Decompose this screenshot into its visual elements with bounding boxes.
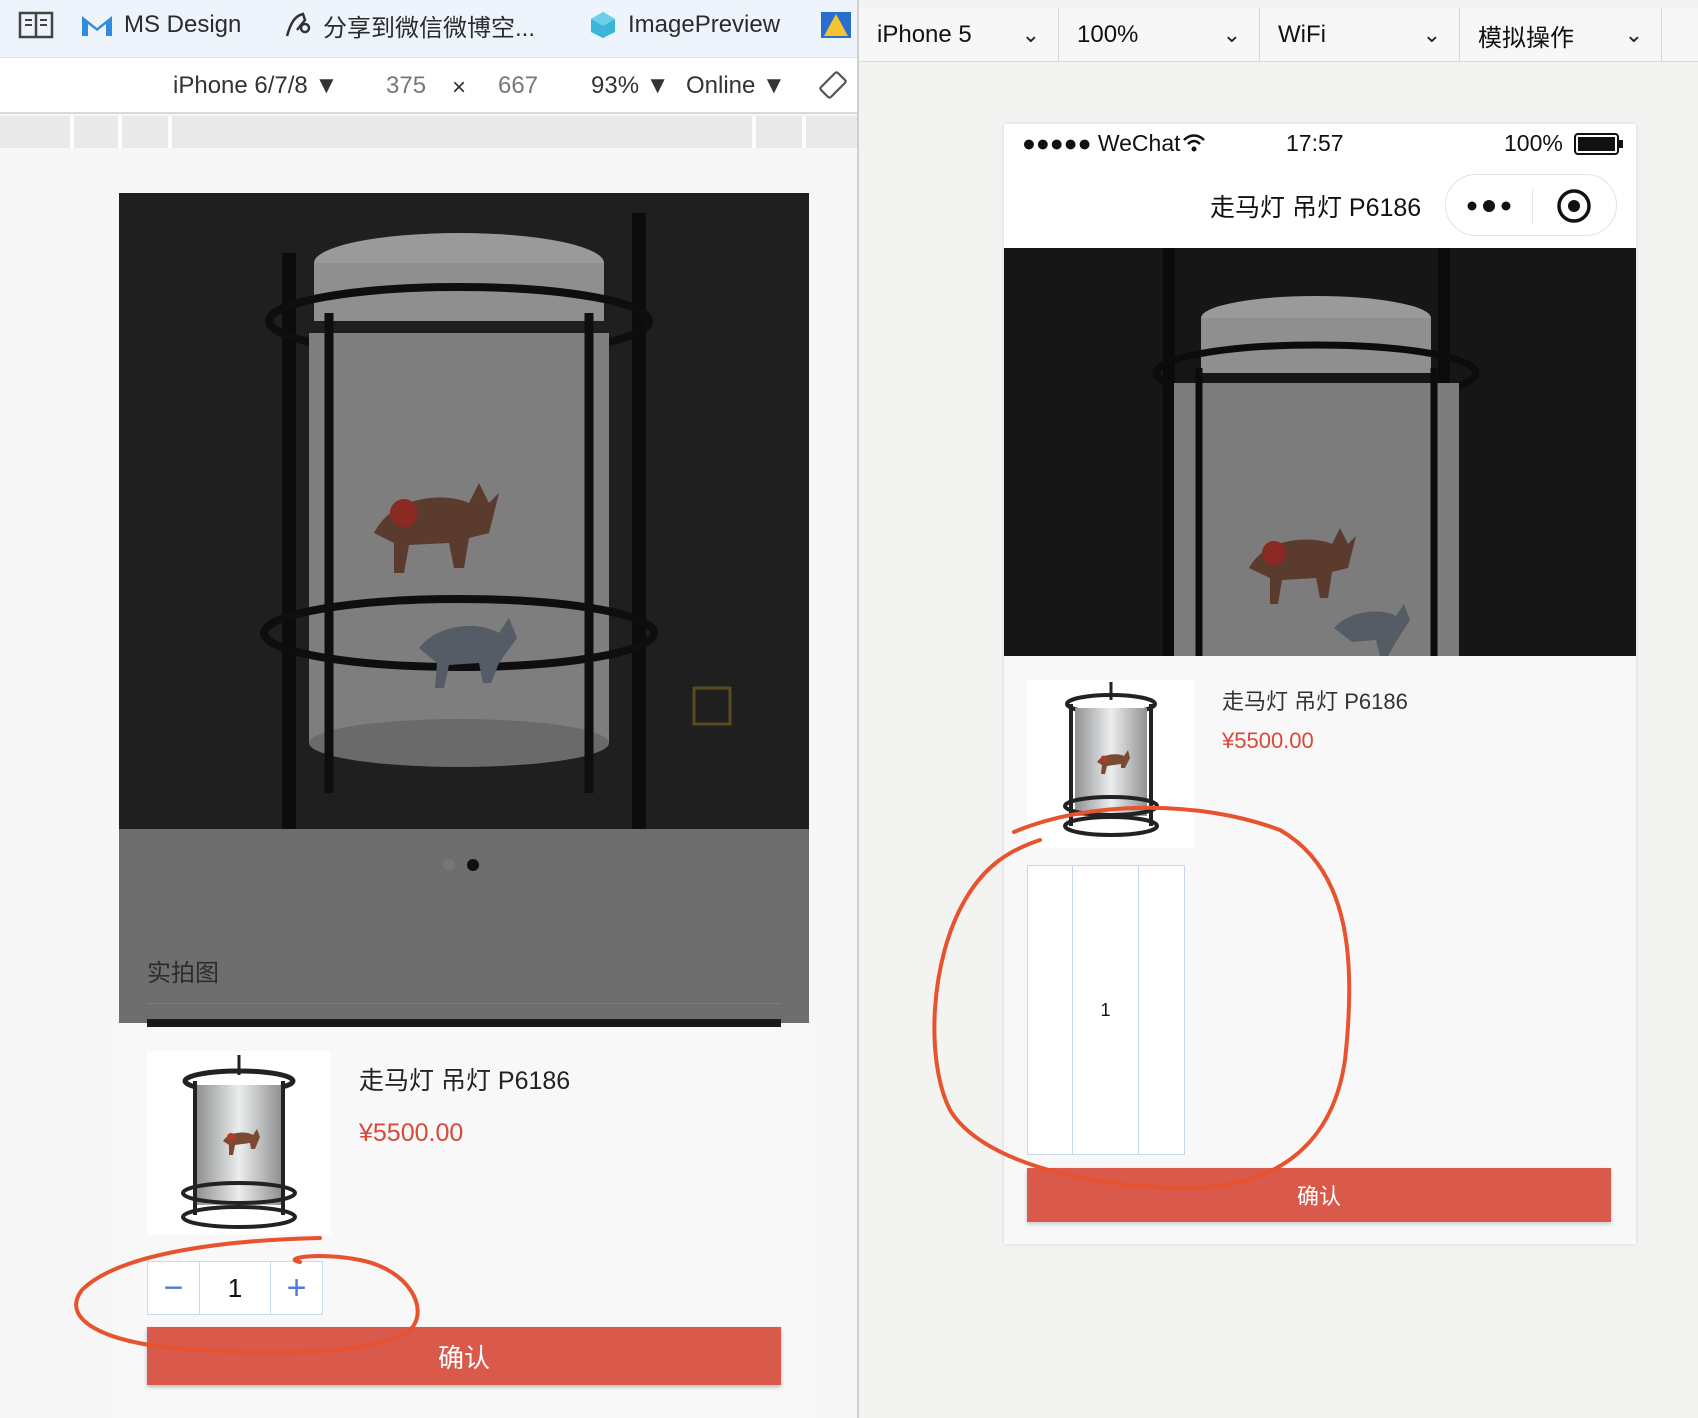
navigation-bar: 走马灯 吊灯 P6186 (1004, 164, 1636, 248)
product-carousel[interactable] (119, 193, 809, 829)
confirm-button[interactable]: 确认 (147, 1327, 781, 1385)
capsule-divider (1532, 189, 1533, 223)
chevron-down-icon: ⌄ (1222, 22, 1241, 47)
chevron-down-icon: ⌄ (1624, 22, 1643, 47)
cube-icon (591, 12, 615, 38)
zoom-dropdown-label: 100% (1077, 21, 1139, 48)
zoom-select[interactable]: 93% ▼ (591, 72, 669, 100)
dimension-separator: × (452, 74, 467, 101)
lantern-thumbnail-image (181, 1055, 297, 1229)
more-dots-icon[interactable] (1466, 196, 1512, 216)
gmail-icon (82, 16, 112, 36)
quantity-input[interactable]: 1 (1073, 866, 1139, 1154)
increment-button[interactable]: + (270, 1262, 322, 1314)
quantity-input[interactable]: 1 (200, 1262, 270, 1314)
decrement-button[interactable]: − (148, 1262, 200, 1314)
increment-button[interactable] (1139, 866, 1184, 1154)
product-thumbnail (147, 1051, 331, 1235)
device-dropdown-label: iPhone 5 (877, 21, 972, 48)
network-dropdown-label: WiFi (1278, 21, 1326, 48)
product-price: ¥5500.00 (359, 1119, 464, 1147)
lantern-thumbnail-image (1063, 682, 1159, 837)
app-icon (821, 12, 851, 38)
bookmark-share[interactable]: 分享到微信微博空... (283, 8, 535, 42)
simulator-toolbar: iPhone 5 ⌄ 100% ⌄ WiFi ⌄ 模拟操作 ⌄ (859, 8, 1698, 62)
status-bar: ●●●●● WeChat 17:57 100% (1004, 124, 1636, 164)
simulate-action-label: 模拟操作 (1478, 24, 1574, 52)
lantern-photo (1004, 248, 1636, 656)
bookmark-extra[interactable] (820, 8, 852, 42)
carousel-indicator[interactable] (443, 859, 479, 871)
quantity-stepper-broken: 1 (1027, 865, 1185, 1155)
section-title: 实拍图 (147, 960, 219, 987)
decrement-button[interactable] (1028, 866, 1073, 1154)
rotate-icon[interactable] (818, 70, 848, 100)
carousel-dot-active[interactable] (467, 859, 479, 871)
viewport-width[interactable]: 375 (386, 72, 426, 100)
product-thumbnail (1027, 680, 1195, 848)
viewport-height[interactable]: 667 (498, 72, 538, 100)
simulate-action-dropdown[interactable]: 模拟操作 ⌄ (1460, 8, 1662, 62)
media-query-ruler (0, 116, 857, 148)
signal-carrier: ●●●●● WeChat (1022, 130, 1181, 156)
battery-icon (1574, 133, 1623, 155)
zoom-dropdown[interactable]: 100% ⌄ (1059, 8, 1260, 62)
wechat-phone-screen: ●●●●● WeChat 17:57 100% 走马灯 吊灯 P6186 走马灯… (1004, 124, 1636, 1244)
menu-capsule (1445, 174, 1617, 236)
bookmarks-bar: MS Design 分享到微信微博空... ImagePreview (0, 0, 857, 58)
network-dropdown[interactable]: WiFi ⌄ (1260, 8, 1460, 62)
chrome-devtools-panel: MS Design 分享到微信微博空... ImagePreview iPhon… (0, 0, 857, 1418)
more-toolbar-button[interactable] (1662, 8, 1698, 62)
confirm-button[interactable]: 确认 (1027, 1168, 1611, 1222)
wechat-devtools-simulator: iPhone 5 ⌄ 100% ⌄ WiFi ⌄ 模拟操作 ⌄ ●●●●● We… (859, 0, 1698, 1418)
network-throttle-select[interactable]: Online ▼ (686, 72, 786, 100)
reader-icon (18, 11, 54, 39)
photo-strip (147, 1019, 781, 1027)
close-miniprogram-icon[interactable] (1555, 187, 1593, 225)
share-icon (285, 12, 311, 37)
bookmark-ms-design[interactable]: MS Design (80, 8, 241, 42)
product-name: 走马灯 吊灯 P6186 (359, 1067, 571, 1095)
product-price: ¥5500.00 (1222, 728, 1314, 753)
bookmark-label: 分享到微信微博空... (323, 14, 536, 42)
bookmark-imagepreview[interactable]: ImagePreview (588, 8, 780, 42)
bookmark-reader[interactable] (18, 8, 54, 42)
section-divider (147, 1003, 781, 1004)
emulated-page: 实拍图 走马灯 吊灯 P6186 ¥5500.00 − 1 + 确认 (119, 193, 809, 1418)
chevron-down-icon: ⌄ (1021, 22, 1040, 47)
product-carousel[interactable] (1004, 248, 1636, 656)
status-time: 17:57 (1286, 130, 1344, 156)
chevron-down-icon: ⌄ (1422, 22, 1441, 47)
nav-title: 走马灯 吊灯 P6186 (1210, 194, 1422, 222)
quantity-stepper: − 1 + (147, 1261, 323, 1315)
battery-percent: 100% (1504, 130, 1563, 156)
screenshot-root: MS Design 分享到微信微博空... ImagePreview iPhon… (0, 0, 1698, 1418)
device-select[interactable]: iPhone 6/7/8 ▼ (173, 72, 338, 100)
lantern-photo (119, 193, 809, 829)
device-toolbar: iPhone 6/7/8 ▼ 375 × 667 93% ▼ Online ▼ (0, 58, 857, 114)
purchase-sheet: 走马灯 吊灯 P6186 ¥5500.00 − 1 + 确认 (119, 1027, 809, 1418)
product-name: 走马灯 吊灯 P6186 (1222, 689, 1408, 714)
bookmark-label: MS Design (124, 11, 242, 38)
device-dropdown[interactable]: iPhone 5 ⌄ (859, 8, 1059, 62)
carousel-dot[interactable] (443, 859, 455, 871)
bookmark-label: ImagePreview (628, 11, 781, 38)
wifi-icon (1183, 134, 1205, 152)
